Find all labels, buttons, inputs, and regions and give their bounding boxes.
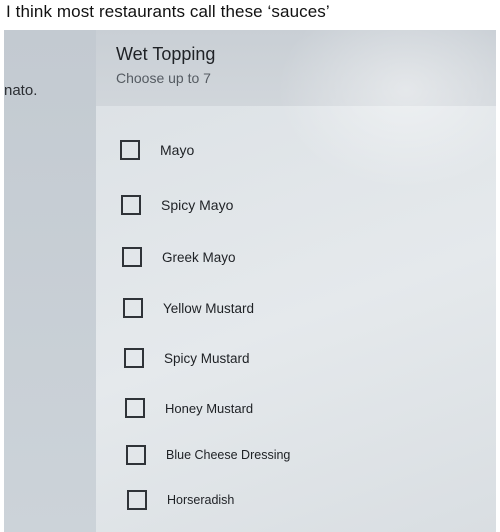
section-title: Wet Topping — [116, 44, 216, 64]
option-horseradish[interactable]: Horseradish — [127, 490, 234, 510]
option-mayo[interactable]: Mayo — [120, 140, 194, 160]
section-subtitle: Choose up to 7 — [116, 70, 211, 86]
left-panel: nato. — [4, 30, 96, 532]
option-yellow-mustard[interactable]: Yellow Mustard — [123, 298, 254, 318]
option-blue-cheese-dressing[interactable]: Blue Cheese Dressing — [126, 445, 290, 465]
checkbox[interactable] — [121, 195, 141, 215]
option-spicy-mustard[interactable]: Spicy Mustard — [124, 348, 250, 368]
checkbox[interactable] — [123, 298, 143, 318]
left-partial-text: nato. — [4, 82, 38, 99]
option-label: Mayo — [160, 142, 195, 158]
checkbox[interactable] — [127, 490, 147, 510]
option-label: Spicy Mayo — [161, 197, 234, 213]
checkbox[interactable] — [125, 398, 145, 418]
checkbox[interactable] — [124, 348, 144, 368]
option-label: Greek Mayo — [162, 249, 236, 265]
option-spicy-mayo[interactable]: Spicy Mayo — [121, 195, 233, 215]
screen-glare — [276, 30, 496, 190]
option-greek-mayo[interactable]: Greek Mayo — [122, 247, 236, 267]
option-label: Spicy Mustard — [164, 350, 250, 366]
screen-photo: nato. Wet Topping Choose up to 7 Mayo Sp… — [4, 30, 496, 532]
option-label: Honey Mustard — [165, 400, 254, 416]
option-label: Yellow Mustard — [163, 300, 255, 316]
checkbox[interactable] — [120, 140, 140, 160]
option-label: Blue Cheese Dressing — [166, 448, 291, 462]
post-caption: I think most restaurants call these ‘sau… — [6, 2, 330, 21]
checkbox[interactable] — [122, 247, 142, 267]
option-label: Horseradish — [167, 493, 235, 507]
checkbox[interactable] — [126, 445, 146, 465]
option-honey-mustard[interactable]: Honey Mustard — [125, 398, 253, 418]
